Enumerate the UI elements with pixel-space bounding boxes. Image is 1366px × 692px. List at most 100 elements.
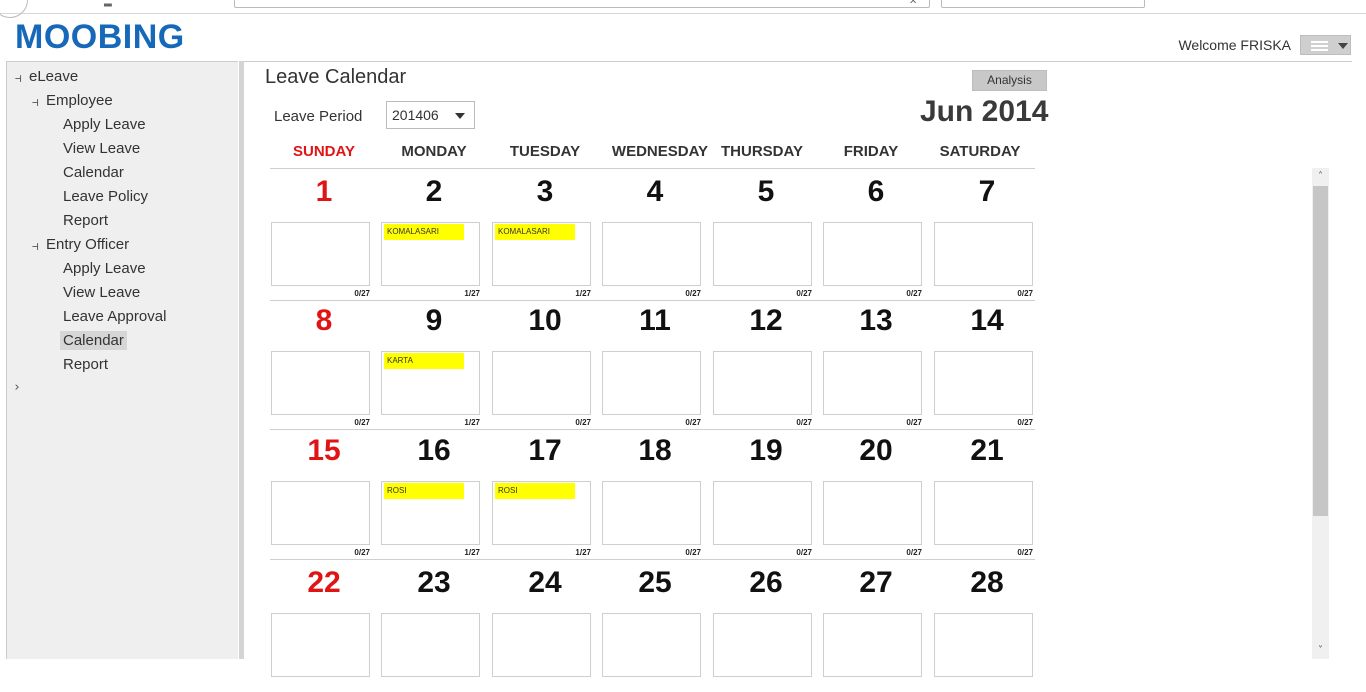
day-leave-box[interactable]: ROSI (492, 481, 591, 545)
day-number: 3 (536, 175, 554, 208)
tree-item-employee-report[interactable]: Report (63, 212, 108, 229)
day-leave-box[interactable] (934, 351, 1033, 415)
leave-period-label: Leave Period (274, 108, 363, 125)
leave-count: 0/27 (906, 548, 922, 557)
leave-count: 0/27 (1017, 548, 1033, 557)
tree-group-entry-officer[interactable]: Entry Officer (46, 236, 129, 253)
calendar-day-cell[interactable]: 1 0/27 (270, 171, 378, 301)
weekday-header: SUNDAY MONDAY TUESDAY WEDNESDAY THURSDAY… (270, 143, 1035, 169)
calendar-day-cell[interactable]: 7 0/27 (933, 171, 1041, 301)
day-leave-box[interactable] (934, 613, 1033, 677)
day-leave-box[interactable] (602, 351, 701, 415)
tree-collapse-icon[interactable]: ⊣ (32, 96, 39, 109)
calendar-day-cell[interactable]: 16 ROSI 1/27 (380, 430, 488, 560)
menu-button[interactable] (1300, 35, 1351, 55)
day-leave-box[interactable] (713, 481, 812, 545)
day-leave-box[interactable] (713, 613, 812, 677)
calendar-day-cell[interactable]: 19 0/27 (712, 430, 820, 560)
calendar-day-cell[interactable]: 21 0/27 (933, 430, 1041, 560)
calendar-day-cell[interactable]: 8 0/27 (270, 300, 378, 430)
leave-name-tag[interactable]: KOMALASARI (384, 224, 464, 240)
scroll-down-icon[interactable]: ˅ (1312, 642, 1329, 659)
day-leave-box[interactable] (713, 351, 812, 415)
tree-collapse-icon[interactable]: ⊣ (32, 240, 39, 253)
calendar-day-cell[interactable]: 14 0/27 (933, 300, 1041, 430)
calendar-day-cell[interactable]: 13 0/27 (822, 300, 930, 430)
day-leave-box[interactable] (271, 481, 370, 545)
day-leave-box[interactable] (934, 222, 1033, 286)
tree-item-employee-leave-policy[interactable]: Leave Policy (63, 188, 148, 205)
calendar-day-cell[interactable]: 27 (822, 562, 930, 692)
calendar-day-cell[interactable]: 24 (491, 562, 599, 692)
day-leave-box[interactable] (381, 613, 480, 677)
leave-count: 0/27 (1017, 289, 1033, 298)
day-number: 9 (425, 304, 443, 337)
tree-item-officer-report[interactable]: Report (63, 356, 108, 373)
tree-item-employee-apply-leave[interactable]: Apply Leave (63, 116, 146, 133)
calendar-day-cell[interactable]: 11 0/27 (601, 300, 709, 430)
calendar-day-cell[interactable]: 10 0/27 (491, 300, 599, 430)
calendar-day-cell[interactable]: 4 0/27 (601, 171, 709, 301)
day-leave-box[interactable] (492, 613, 591, 677)
calendar-day-cell[interactable]: 22 (270, 562, 378, 692)
day-leave-box[interactable]: KOMALASARI (381, 222, 480, 286)
tree-item-officer-apply-leave[interactable]: Apply Leave (63, 260, 146, 277)
day-leave-box[interactable] (823, 481, 922, 545)
tree-item-officer-view-leave[interactable]: View Leave (63, 284, 140, 301)
calendar-day-cell[interactable]: 25 (601, 562, 709, 692)
leave-name-tag[interactable]: ROSI (384, 483, 464, 499)
tree-item-employee-view-leave[interactable]: View Leave (63, 140, 140, 157)
calendar-day-cell[interactable]: 5 0/27 (712, 171, 820, 301)
day-leave-box[interactable] (602, 222, 701, 286)
day-leave-box[interactable] (602, 613, 701, 677)
tree-group-employee[interactable]: Employee (46, 92, 113, 109)
calendar-day-cell[interactable]: 9 KARTA 1/27 (380, 300, 488, 430)
calendar-day-cell[interactable]: 3 KOMALASARI 1/27 (491, 171, 599, 301)
day-leave-box[interactable] (271, 351, 370, 415)
calendar-day-cell[interactable]: 15 0/27 (270, 430, 378, 560)
scroll-thumb[interactable] (1313, 186, 1328, 516)
analysis-button[interactable]: Analysis (972, 70, 1047, 91)
tree-item-officer-leave-approval[interactable]: Leave Approval (63, 308, 166, 325)
day-leave-box[interactable] (271, 613, 370, 677)
calendar-day-cell[interactable]: 17 ROSI 1/27 (491, 430, 599, 560)
vertical-scrollbar[interactable]: ˄ ˅ (1312, 168, 1329, 659)
leave-count: 0/27 (354, 548, 370, 557)
day-number: 26 (749, 566, 783, 599)
tree-item-employee-calendar[interactable]: Calendar (63, 164, 124, 181)
day-leave-box[interactable] (602, 481, 701, 545)
scroll-up-icon[interactable]: ˄ (1312, 168, 1329, 185)
leave-name-tag[interactable]: KOMALASARI (495, 224, 575, 240)
calendar-day-cell[interactable]: 28 (933, 562, 1041, 692)
calendar-day-cell[interactable]: 6 0/27 (822, 171, 930, 301)
day-leave-box[interactable]: ROSI (381, 481, 480, 545)
day-leave-box[interactable] (713, 222, 812, 286)
day-leave-box[interactable] (492, 351, 591, 415)
address-bar[interactable] (234, 0, 930, 8)
browser-back-icon[interactable] (0, 0, 28, 18)
leave-name-tag[interactable]: ROSI (495, 483, 575, 499)
leave-period-select[interactable]: 201406 (386, 101, 475, 129)
calendar-day-cell[interactable]: 20 0/27 (822, 430, 930, 560)
chevron-right-icon[interactable]: › (13, 380, 21, 395)
tree-collapse-icon[interactable]: ⊣ (15, 72, 22, 85)
day-leave-box[interactable]: KOMALASARI (492, 222, 591, 286)
day-leave-box[interactable] (823, 613, 922, 677)
leave-name-tag[interactable]: KARTA (384, 353, 464, 369)
day-leave-box[interactable] (823, 222, 922, 286)
day-leave-box[interactable] (271, 222, 370, 286)
browser-search-box[interactable] (941, 0, 1145, 8)
day-leave-box[interactable] (823, 351, 922, 415)
calendar-day-cell[interactable]: 23 (380, 562, 488, 692)
calendar-day-cell[interactable]: 18 0/27 (601, 430, 709, 560)
weekday-friday: FRIDAY (843, 143, 899, 160)
tree-item-eleave[interactable]: eLeave (29, 68, 78, 85)
day-leave-box[interactable] (934, 481, 1033, 545)
tree-item-officer-calendar[interactable]: Calendar (60, 331, 127, 350)
calendar-day-cell[interactable]: 26 (712, 562, 820, 692)
calendar-day-cell[interactable]: 2 KOMALASARI 1/27 (380, 171, 488, 301)
clear-address-icon[interactable]: ✕ (909, 0, 917, 7)
leave-count: 0/27 (1017, 418, 1033, 427)
day-leave-box[interactable]: KARTA (381, 351, 480, 415)
calendar-day-cell[interactable]: 12 0/27 (712, 300, 820, 430)
